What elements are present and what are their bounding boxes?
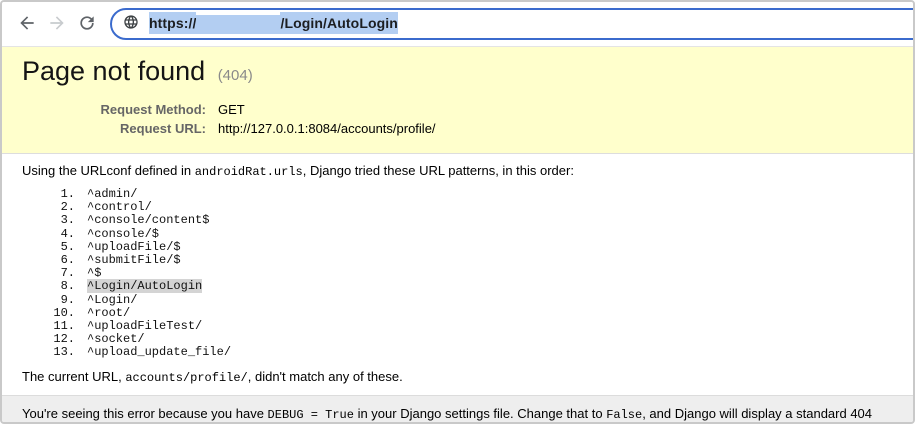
request-url-value: http://127.0.0.1:8084/accounts/profile/ bbox=[206, 119, 436, 138]
intro-text-pre: Using the URLconf defined in bbox=[22, 163, 195, 178]
back-icon bbox=[17, 13, 37, 36]
url-pattern: ^admin/ bbox=[87, 187, 137, 201]
explanation-text-2: in your Django settings file. Change tha… bbox=[354, 406, 606, 421]
globe-icon bbox=[123, 14, 149, 35]
url-scheme: https:// bbox=[149, 12, 196, 34]
debug-false-code: False bbox=[606, 408, 642, 422]
forward-button[interactable] bbox=[42, 9, 72, 39]
url-pattern-item: 1.^admin/ bbox=[22, 188, 893, 201]
table-row: Request Method: GET bbox=[22, 100, 436, 119]
url-pattern-highlighted: ^Login/AutoLogin bbox=[87, 279, 202, 293]
explanation-text-1: You're seeing this error because you hav… bbox=[22, 406, 268, 421]
request-url-label: Request URL: bbox=[22, 119, 206, 138]
page-title: Page not found (404) bbox=[22, 54, 893, 93]
table-row: Request URL: http://127.0.0.1:8084/accou… bbox=[22, 119, 436, 138]
url-pattern: ^$ bbox=[87, 266, 101, 280]
url-pattern: ^uploadFile/$ bbox=[87, 240, 181, 254]
urlconf-module: androidRat.urls bbox=[195, 165, 303, 179]
browser-window: https:// /Login/AutoLogin Page not found … bbox=[0, 0, 915, 424]
url-pattern: ^socket/ bbox=[87, 332, 145, 346]
url-pattern: ^root/ bbox=[87, 306, 130, 320]
url-pattern: ^Login/ bbox=[87, 293, 137, 307]
url-redacted-segment bbox=[196, 15, 280, 34]
current-url-line: The current URL, accounts/profile/, didn… bbox=[22, 368, 893, 387]
page-title-text: Page not found bbox=[22, 56, 205, 86]
url-pattern: ^upload_update_file/ bbox=[87, 345, 231, 359]
url-pattern-item: 8.^Login/AutoLogin bbox=[22, 280, 893, 293]
url-pattern-item: 11.^uploadFileTest/ bbox=[22, 320, 893, 333]
url-pattern: ^uploadFileTest/ bbox=[87, 319, 202, 333]
reload-button[interactable] bbox=[72, 9, 102, 39]
intro-text-post: , Django tried these URL patterns, in th… bbox=[303, 163, 574, 178]
url-pattern-list: 1.^admin/2.^control/3.^console/content$4… bbox=[22, 188, 893, 360]
error-summary: Page not found (404) Request Method: GET… bbox=[2, 47, 913, 154]
url-text: https:// /Login/AutoLogin bbox=[149, 15, 398, 34]
url-pattern: ^console/$ bbox=[87, 227, 159, 241]
url-pattern-item: 9.^Login/ bbox=[22, 294, 893, 307]
urlconf-intro: Using the URLconf defined in androidRat.… bbox=[22, 162, 893, 181]
url-pattern-item: 13.^upload_update_file/ bbox=[22, 346, 893, 359]
url-pattern: ^console/content$ bbox=[87, 213, 209, 227]
url-pattern-item: 6.^submitFile/$ bbox=[22, 254, 893, 267]
urlconf-info: Using the URLconf defined in androidRat.… bbox=[2, 154, 913, 395]
url-pattern: ^submitFile/$ bbox=[87, 253, 181, 267]
back-button[interactable] bbox=[12, 9, 42, 39]
current-url-path: accounts/profile/ bbox=[125, 371, 247, 385]
status-code: (404) bbox=[218, 67, 253, 84]
current-url-pre: The current URL, bbox=[22, 369, 125, 384]
url-bar[interactable]: https:// /Login/AutoLogin bbox=[110, 8, 913, 40]
browser-toolbar: https:// /Login/AutoLogin bbox=[2, 2, 913, 47]
current-url-post: , didn't match any of these. bbox=[248, 369, 403, 384]
request-info-table: Request Method: GET Request URL: http://… bbox=[22, 100, 436, 138]
url-pattern: ^control/ bbox=[87, 200, 152, 214]
url-path: /Login/AutoLogin bbox=[280, 12, 397, 34]
debug-true-code: DEBUG = True bbox=[268, 408, 354, 422]
forward-icon bbox=[47, 13, 67, 36]
request-method-value: GET bbox=[206, 100, 436, 119]
debug-explanation: You're seeing this error because you hav… bbox=[2, 395, 913, 424]
reload-icon bbox=[77, 13, 97, 36]
request-method-label: Request Method: bbox=[22, 100, 206, 119]
